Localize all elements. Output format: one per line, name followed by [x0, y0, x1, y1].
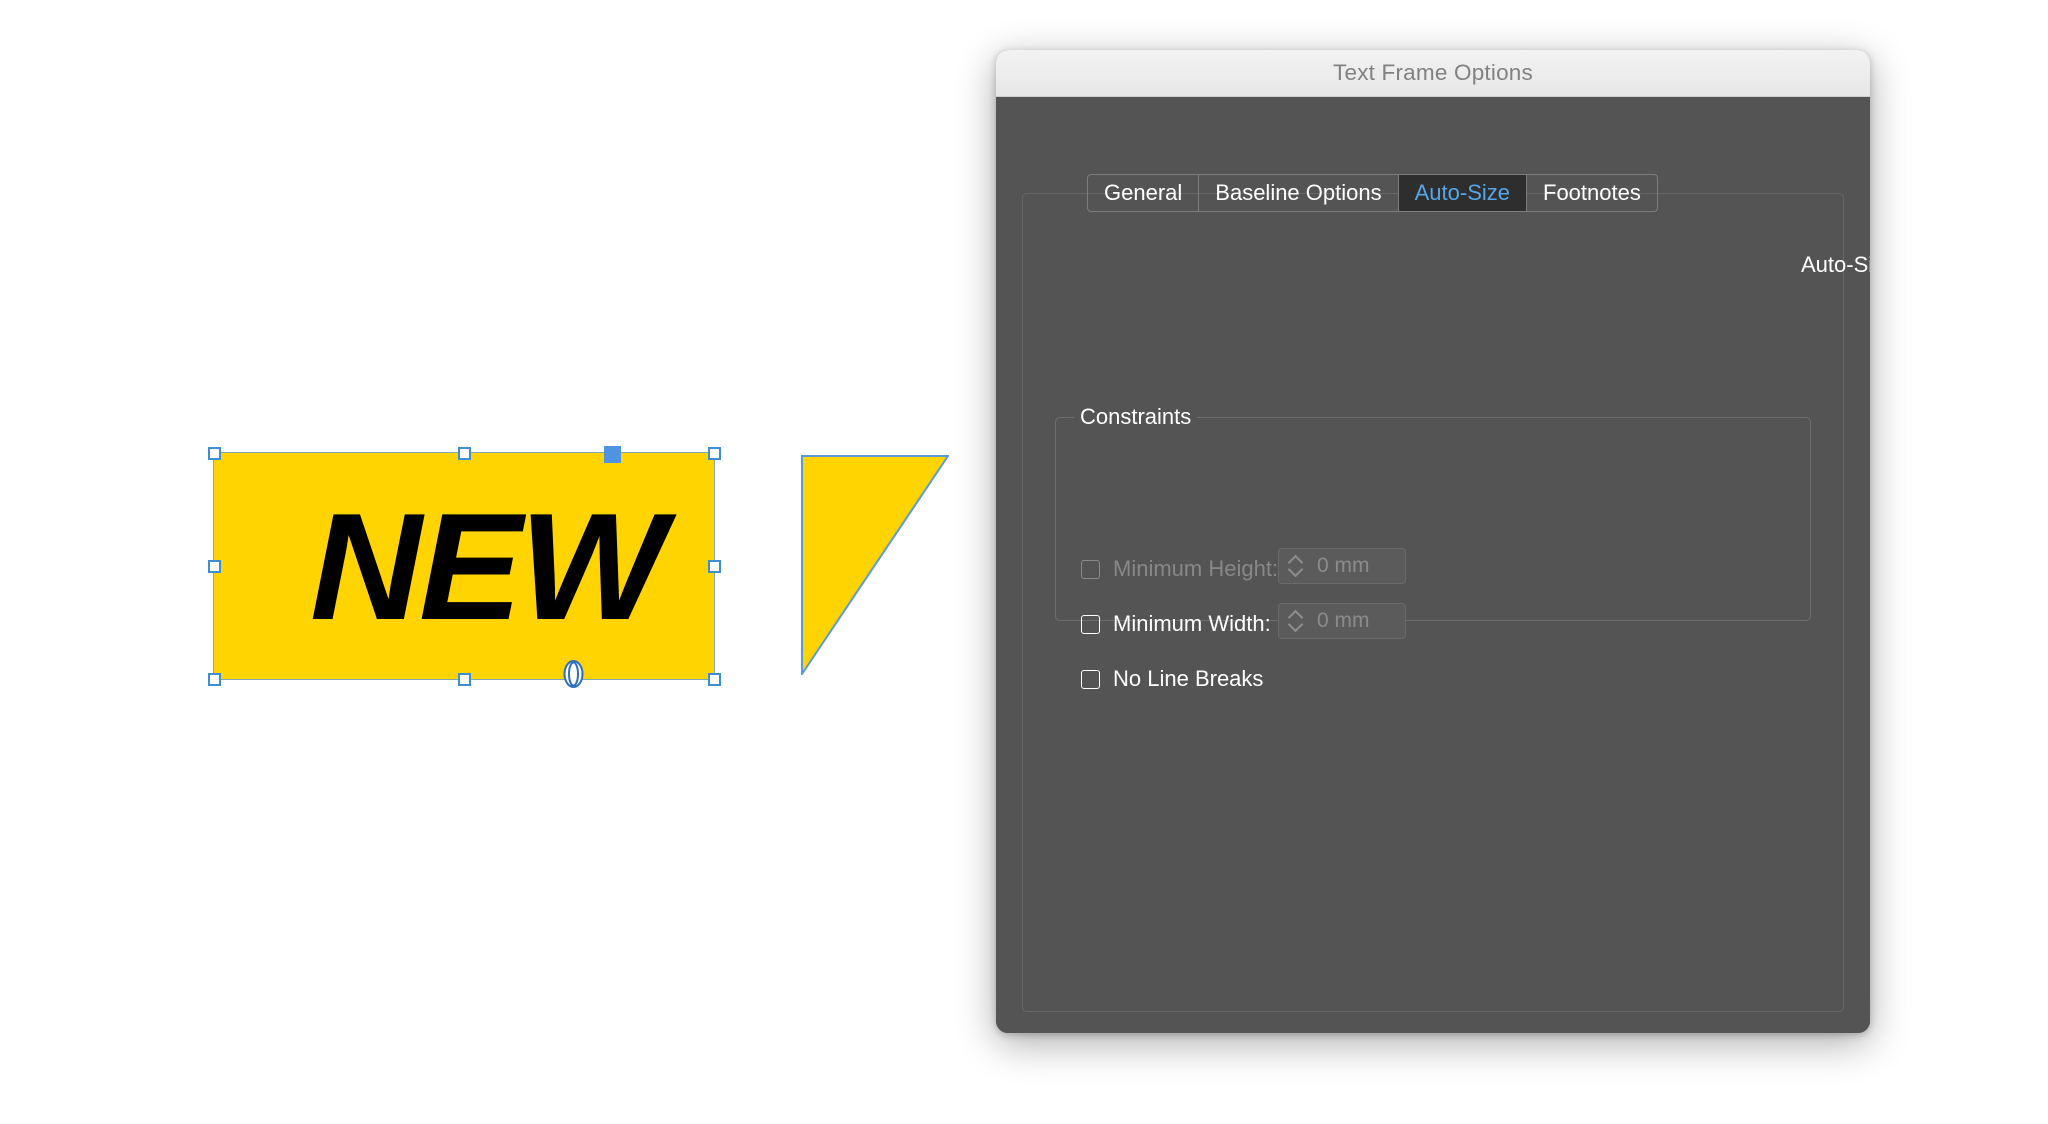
minimum-height-field[interactable]: 0 mm: [1278, 548, 1406, 584]
tab-general-label: General: [1104, 180, 1183, 205]
selection-handle-top-center[interactable]: [458, 447, 471, 460]
selection-handle-top-active[interactable]: [604, 446, 621, 463]
selection-handle-bottom-center[interactable]: [458, 673, 471, 686]
selection-handle-top-left[interactable]: [208, 447, 221, 460]
document-canvas[interactable]: NEW: [0, 0, 1000, 1124]
tab-autosize-label: Auto-Size: [1414, 180, 1510, 205]
tab-baseline-label: Baseline Options: [1215, 180, 1382, 205]
tab-baseline-options[interactable]: Baseline Options: [1199, 175, 1399, 211]
tab-footnotes-label: Footnotes: [1543, 180, 1641, 205]
minimum-width-field[interactable]: 0 mm: [1278, 603, 1406, 639]
selection-handle-middle-right[interactable]: [708, 560, 721, 573]
no-line-breaks-label: No Line Breaks: [1113, 666, 1264, 691]
minimum-height-value: 0 mm: [1317, 554, 1370, 577]
minimum-width-row[interactable]: Minimum Width:: [1081, 611, 1271, 637]
tab-auto-size[interactable]: Auto-Size: [1398, 175, 1527, 211]
dialog-body: General Baseline Options Auto-Size Footn…: [996, 97, 1870, 1033]
minimum-width-value: 0 mm: [1317, 609, 1370, 632]
dialog-tab-bar: General Baseline Options Auto-Size Footn…: [1087, 174, 1658, 212]
minimum-height-stepper[interactable]: [1285, 553, 1307, 579]
dialog-titlebar[interactable]: Text Frame Options: [996, 50, 1870, 97]
constraints-legend: Constraints: [1074, 404, 1198, 430]
minimum-width-checkbox[interactable]: [1081, 614, 1100, 634]
minimum-height-checkbox[interactable]: [1081, 559, 1100, 579]
tab-general[interactable]: General: [1088, 175, 1200, 211]
text-frame-object[interactable]: NEW: [213, 452, 715, 680]
tab-footnotes[interactable]: Footnotes: [1527, 175, 1657, 211]
text-frame-options-dialog: Text Frame Options General Baseline Opti…: [996, 50, 1870, 1033]
minimum-height-row[interactable]: Minimum Height:: [1081, 556, 1278, 582]
minimum-width-stepper[interactable]: [1285, 608, 1307, 634]
no-line-breaks-checkbox[interactable]: [1081, 669, 1100, 689]
minimum-height-label: Minimum Height:: [1113, 556, 1279, 581]
selection-handle-bottom-left[interactable]: [208, 673, 221, 686]
selection-handle-top-right[interactable]: [708, 447, 721, 460]
minimum-width-label: Minimum Width:: [1113, 611, 1271, 636]
selection-handle-bottom-right[interactable]: [708, 673, 721, 686]
triangle-shape-object[interactable]: [801, 455, 949, 675]
text-frame-content: NEW: [310, 482, 666, 652]
constraints-group: Constraints: [1055, 404, 1811, 621]
text-outport-icon[interactable]: [563, 660, 584, 688]
selection-handle-middle-left[interactable]: [208, 560, 221, 573]
auto-sizing-label: Auto-Sizing: [1801, 252, 1870, 277]
dialog-title: Text Frame Options: [1333, 60, 1533, 85]
no-line-breaks-row[interactable]: No Line Breaks: [1081, 666, 1263, 692]
